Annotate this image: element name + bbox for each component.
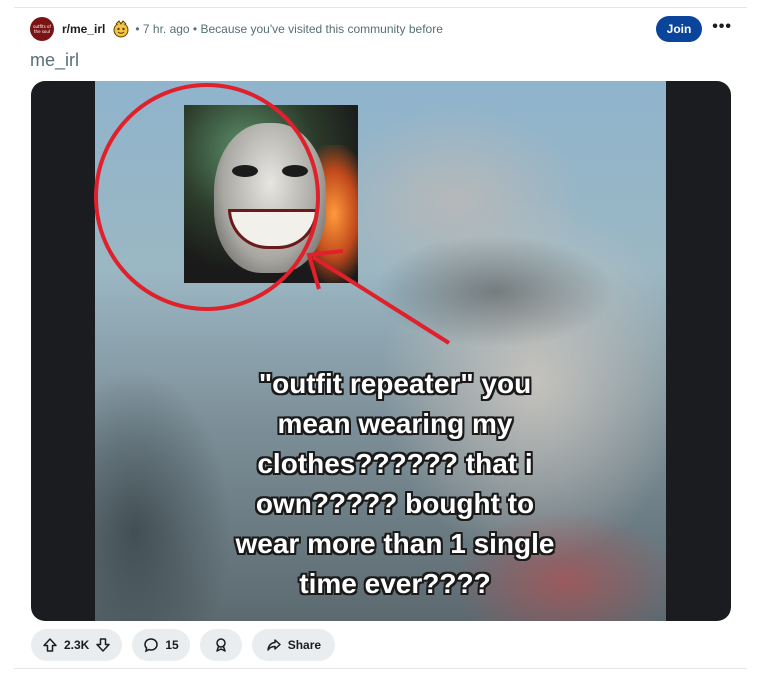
more-icon[interactable]: ••• (712, 18, 732, 36)
red-arrow-shaft (311, 255, 451, 345)
red-annotation (94, 83, 451, 345)
award-button[interactable] (199, 629, 242, 661)
share-button[interactable]: Share (251, 629, 336, 661)
bottom-divider (14, 668, 747, 669)
post-meta: • 7 hr. ago • Because you've visited thi… (135, 22, 443, 36)
snoo-badge-icon (113, 20, 129, 38)
post-header: outfits of the soul r/me_irl • 7 hr. ago… (30, 16, 746, 42)
upvote-icon[interactable] (42, 637, 58, 653)
subreddit-link[interactable]: r/me_irl (62, 22, 105, 36)
comment-count: 15 (165, 638, 179, 652)
comment-icon (144, 638, 159, 653)
top-divider (14, 7, 747, 8)
vote-pill: 2.3K (31, 629, 123, 661)
join-button[interactable]: Join (656, 16, 702, 42)
downvote-icon[interactable] (95, 637, 111, 653)
red-circle (94, 83, 320, 311)
post-actions: 2.3K 15 Share (31, 629, 336, 661)
share-label: Share (287, 638, 322, 652)
post-media[interactable]: "outfit repeater" you mean wearing my cl… (31, 81, 731, 621)
award-icon (215, 638, 226, 652)
post-title[interactable]: me_irl (30, 50, 79, 71)
subreddit-avatar[interactable]: outfits of the soul (30, 17, 54, 41)
vote-count: 2.3K (64, 638, 90, 652)
comments-button[interactable]: 15 (132, 629, 190, 661)
share-icon (266, 639, 281, 651)
